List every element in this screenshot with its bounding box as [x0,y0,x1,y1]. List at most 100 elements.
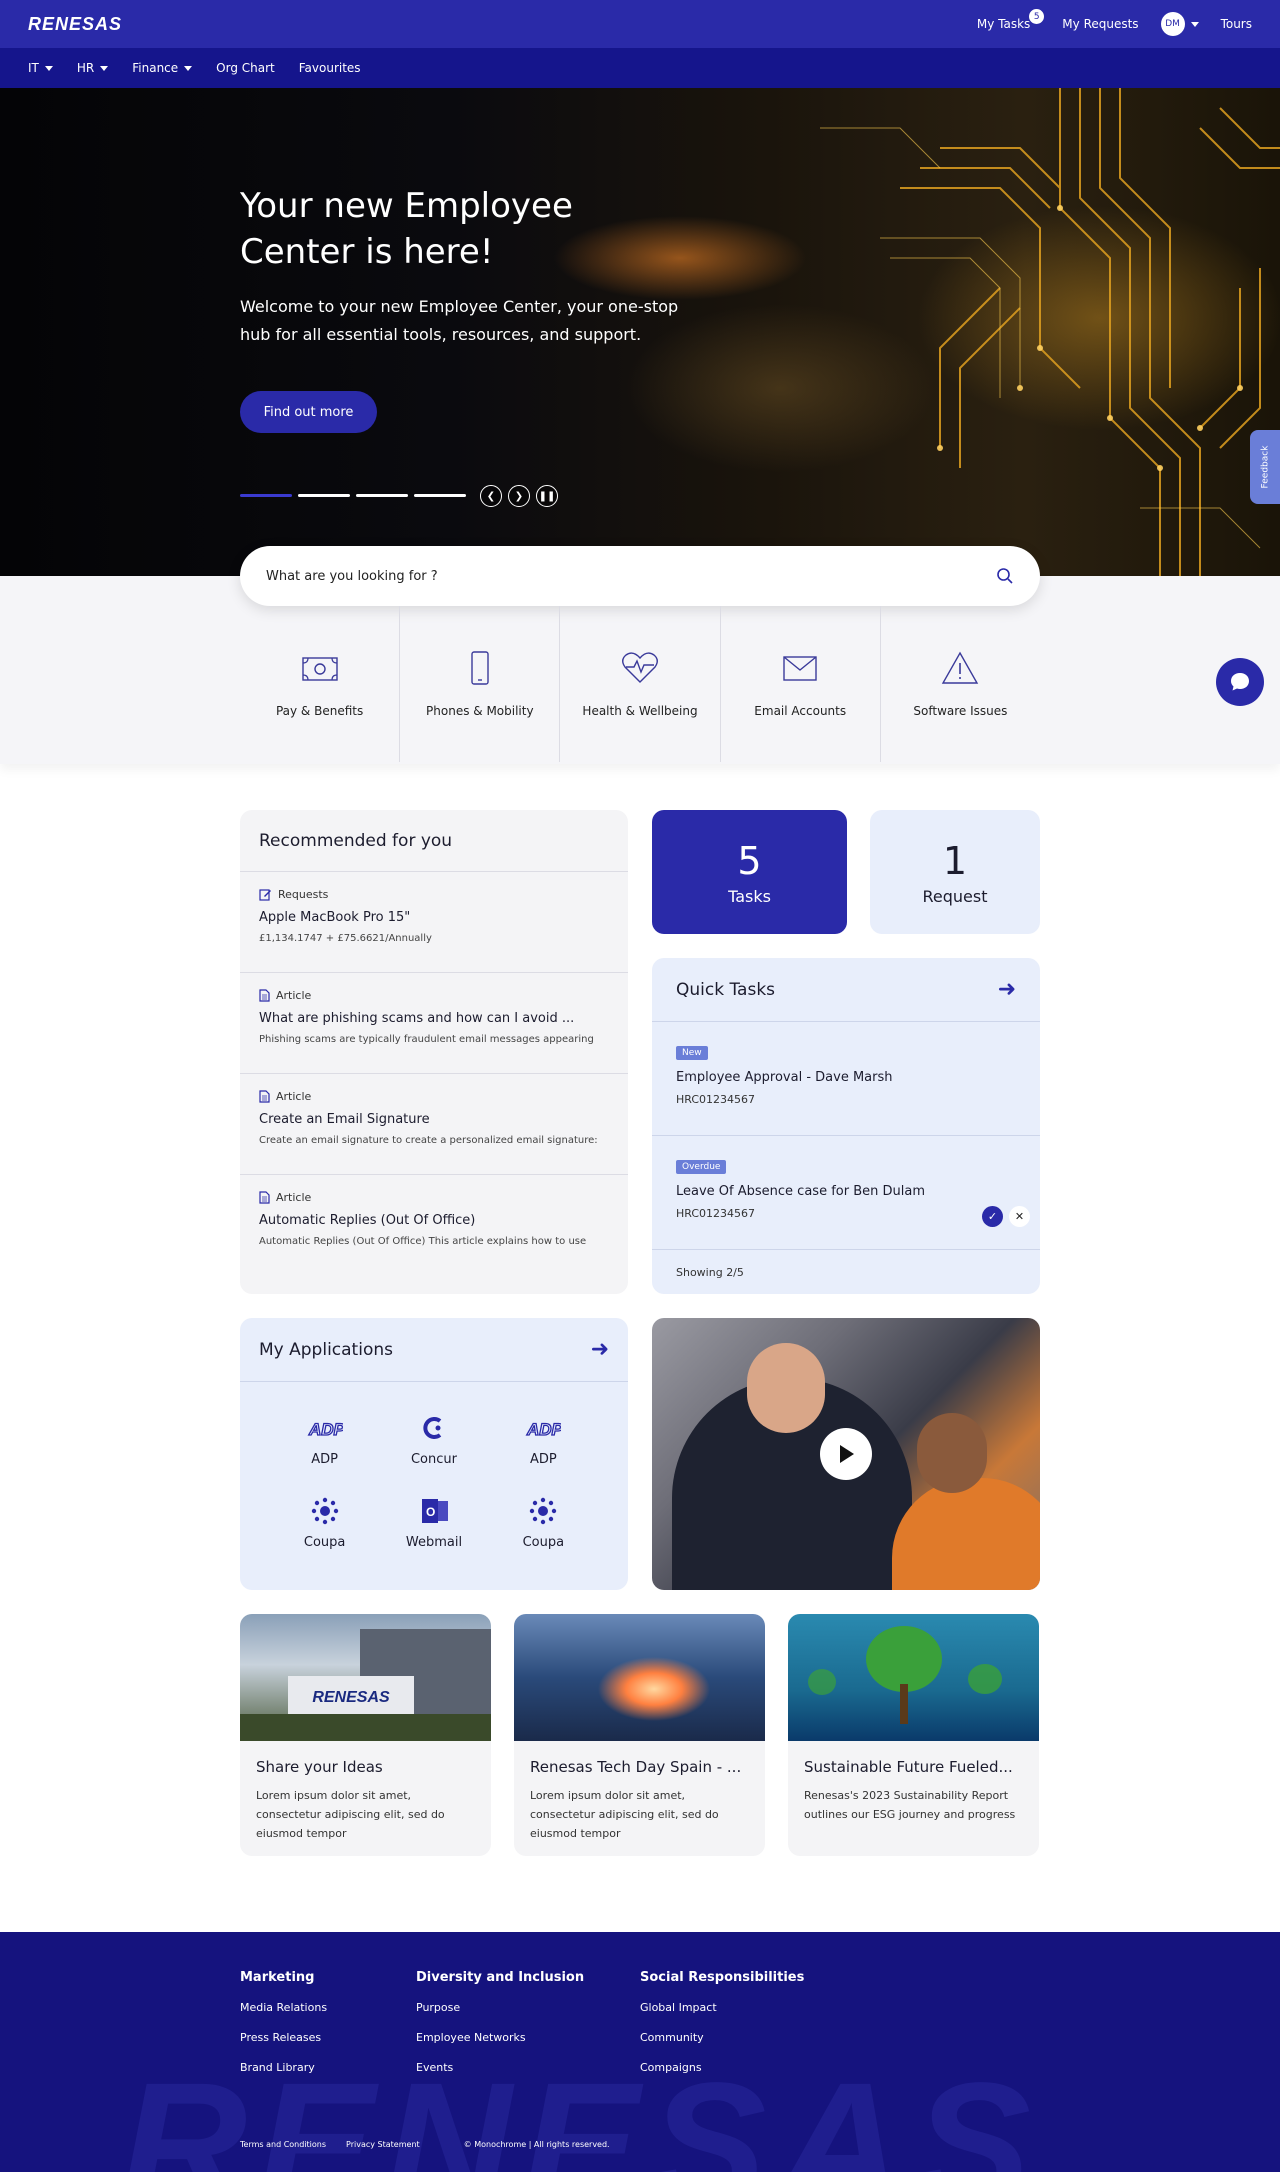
category-software-issues[interactable]: Software Issues [881,606,1040,762]
item-type-label: Article [276,1090,312,1103]
chevron-down-icon [1190,21,1199,27]
item-title: Create an Email Signature [259,1112,430,1127]
quick-tasks-footer: Showing 2/5 [676,1266,744,1279]
app-adp[interactable]: ADP ADP [270,1414,379,1467]
footer-heading: Social Responsibilities [640,1970,805,1985]
nav-item-org-chart[interactable]: Org Chart [216,61,275,75]
reject-close-icon[interactable]: ✕ [1009,1206,1030,1227]
category-email-accounts[interactable]: Email Accounts [721,606,881,762]
task-id: HRC01234567 [676,1093,756,1106]
carousel-dot[interactable] [240,494,292,497]
app-concur[interactable]: Concur [379,1414,488,1467]
category-pay-benefits[interactable]: Pay & Benefits [240,606,401,762]
list-item[interactable]: Article Create an Email Signature Create… [240,1074,628,1175]
footer-link[interactable]: Employee Networks [416,2031,584,2044]
feedback-tab[interactable]: Feedback [1250,430,1280,504]
news-card[interactable]: RENESAS Share your Ideas Lorem ipsum dol… [240,1614,491,1856]
list-item[interactable]: Requests Apple MacBook Pro 15" £1,134.17… [240,872,628,973]
app-coupa[interactable]: Coupa [270,1497,379,1550]
requests-label: Request [922,886,988,906]
item-desc: £1,134.1747 + £75.6621/Annually [259,933,432,944]
coupa-icon [530,1497,557,1525]
pause-icon[interactable]: ❚❚ [536,485,558,507]
nav-item-hr[interactable]: HR [77,61,109,75]
nav-item-it[interactable]: IT [28,61,53,75]
chevron-right-icon[interactable]: ❯ [508,485,530,507]
footer-link[interactable]: Events [416,2061,584,2074]
nav-item-label: IT [28,61,39,75]
approve-check-icon[interactable]: ✓ [982,1206,1003,1227]
terms-link[interactable]: Terms and Conditions [240,2140,326,2149]
user-menu[interactable]: DM [1160,12,1199,36]
app-label: Webmail [405,1535,463,1550]
carousel-dot[interactable] [414,494,466,497]
find-out-more-button[interactable]: Find out more [240,391,377,433]
requests-count: 1 [942,838,968,883]
footer-link[interactable]: Global Impact [640,2001,804,2014]
item-type-label: Article [276,1191,312,1204]
money-icon [301,657,338,681]
nav-item-finance[interactable]: Finance [132,61,193,75]
nav-item-favourites[interactable]: Favourites [299,61,361,75]
recommended-panel: Recommended for you Requests Apple MacBo… [240,810,628,1294]
app-adp[interactable]: ADP ADP [489,1414,598,1467]
task-item[interactable]: New Employee Approval - Dave Marsh HRC01… [652,1022,1040,1136]
task-id: HRC01234567 [676,1207,756,1220]
footer-link[interactable]: Community [640,2031,804,2044]
item-type: Article [259,1191,609,1204]
outlook-icon: O [421,1499,448,1523]
item-desc: Automatic Replies (Out Of Office) This a… [259,1236,587,1247]
app-label: ADP [529,1452,557,1467]
chat-button[interactable] [1216,658,1264,706]
news-card[interactable]: Renesas Tech Day Spain - ... Lorem ipsum… [514,1614,765,1856]
tasks-count-badge: 5 [1029,9,1045,24]
app-webmail[interactable]: O Webmail [379,1497,488,1550]
svg-text:ADP: ADP [308,1420,343,1439]
category-health-wellbeing[interactable]: Health & Wellbeing [560,606,721,762]
tours-link[interactable]: Tours [1221,17,1252,31]
svg-text:ADP: ADP [526,1420,561,1439]
task-title: Leave Of Absence case for Ben Dulam [676,1184,925,1199]
task-item[interactable]: Overdue Leave Of Absence case for Ben Du… [652,1136,1040,1250]
list-item[interactable]: Article Automatic Replies (Out Of Office… [240,1175,628,1276]
footer-link[interactable]: Brand Library [240,2061,327,2074]
footer-link[interactable]: Purpose [416,2001,584,2014]
app-label: Concur [410,1452,457,1467]
category-label: Phones & Mobility [426,704,534,718]
requests-counter-card[interactable]: 1 Request [870,810,1040,934]
quick-tasks-panel: Quick Tasks ➜ New Employee Approval - Da… [652,958,1040,1294]
category-phones-mobility[interactable]: Phones & Mobility [400,606,561,762]
header-actions: My Tasks 5 My Requests DM Tours [977,9,1252,36]
search-input[interactable] [266,568,996,584]
my-requests-link[interactable]: My Requests [1062,17,1138,31]
chevron-left-icon[interactable]: ❮ [480,485,502,507]
tasks-counter-card[interactable]: 5 Tasks [652,810,847,934]
news-card[interactable]: Sustainable Future Fueled... Renesas's 2… [788,1614,1039,1856]
document-icon [259,1191,270,1204]
item-type: Article [259,1090,609,1103]
arrow-right-icon[interactable]: ➜ [591,1337,609,1362]
search-icon[interactable] [996,567,1014,585]
document-icon [259,989,270,1002]
footer-link[interactable]: Press Releases [240,2031,327,2044]
carousel-dot[interactable] [356,494,408,497]
footer-heading: Diversity and Inclusion [416,1970,585,1985]
footer-link[interactable]: Media Relations [240,2001,327,2014]
renesas-logo[interactable]: RENESAS [28,14,122,35]
privacy-link[interactable]: Privacy Statement [346,2140,420,2149]
carousel-dot[interactable] [298,494,350,497]
video-player[interactable] [652,1318,1040,1590]
footer-link[interactable]: Compaigns [640,2061,804,2074]
video-thumbnail-person [917,1413,987,1493]
nav-item-label: Finance [132,61,179,75]
app-coupa[interactable]: Coupa [489,1497,598,1550]
applications-title: My Applications [259,1339,393,1360]
arrow-right-icon[interactable]: ➜ [998,977,1016,1002]
main-nav: IT HR Finance Org Chart Favourites [0,48,1280,88]
item-type-label: Article [276,989,312,1002]
document-icon [259,1090,270,1103]
task-actions: ✓ ✕ [982,1206,1030,1227]
my-tasks-link[interactable]: My Tasks 5 [977,9,1045,31]
list-item[interactable]: Article What are phishing scams and how … [240,973,628,1074]
play-icon[interactable] [820,1428,872,1480]
